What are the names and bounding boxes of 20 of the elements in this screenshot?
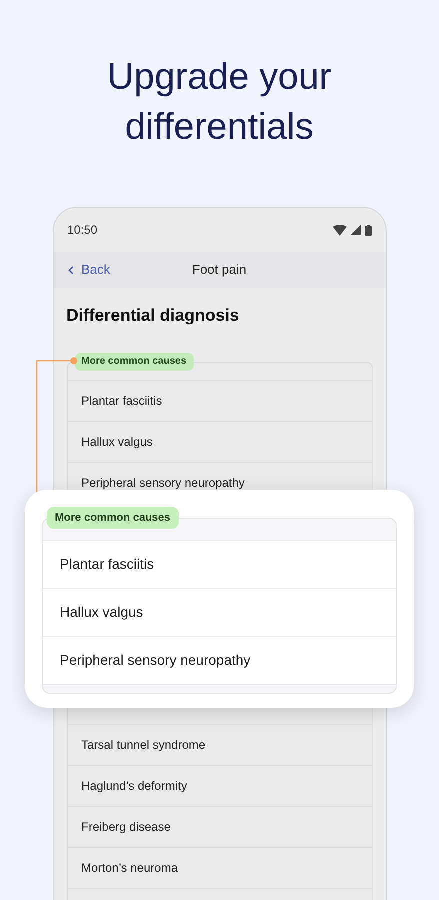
back-button[interactable]: Back xyxy=(68,260,110,280)
list-item[interactable]: Freiberg disease xyxy=(68,806,372,846)
list-item[interactable]: Peripheral sensory neuropathy xyxy=(43,636,396,684)
list-item[interactable]: Plantar fasciitis xyxy=(43,540,396,588)
list-item[interactable]: Tarsal tunnel syndrome xyxy=(68,724,372,764)
status-time: 10:50 xyxy=(68,222,98,239)
section-heading: Differential diagnosis xyxy=(66,305,240,327)
list-item[interactable]: Haglund’s deformity xyxy=(68,764,372,806)
list-item[interactable]: Morton’s neuroma xyxy=(68,846,372,888)
category-badge: More common causes xyxy=(47,507,179,529)
list-item[interactable]: Plantar fasciitis xyxy=(68,380,372,420)
screen-title: Foot pain xyxy=(192,261,247,280)
list-item[interactable]: Hallux valgus xyxy=(43,588,396,636)
battery-icon xyxy=(364,224,372,236)
signal-icon xyxy=(350,225,360,235)
list-item[interactable]: Hallux valgus xyxy=(68,420,372,462)
category-badge: More common causes xyxy=(74,352,194,370)
headline: Upgrade your differentials xyxy=(106,55,333,149)
wifi-icon xyxy=(332,224,346,236)
chevron-left-icon xyxy=(68,266,74,274)
